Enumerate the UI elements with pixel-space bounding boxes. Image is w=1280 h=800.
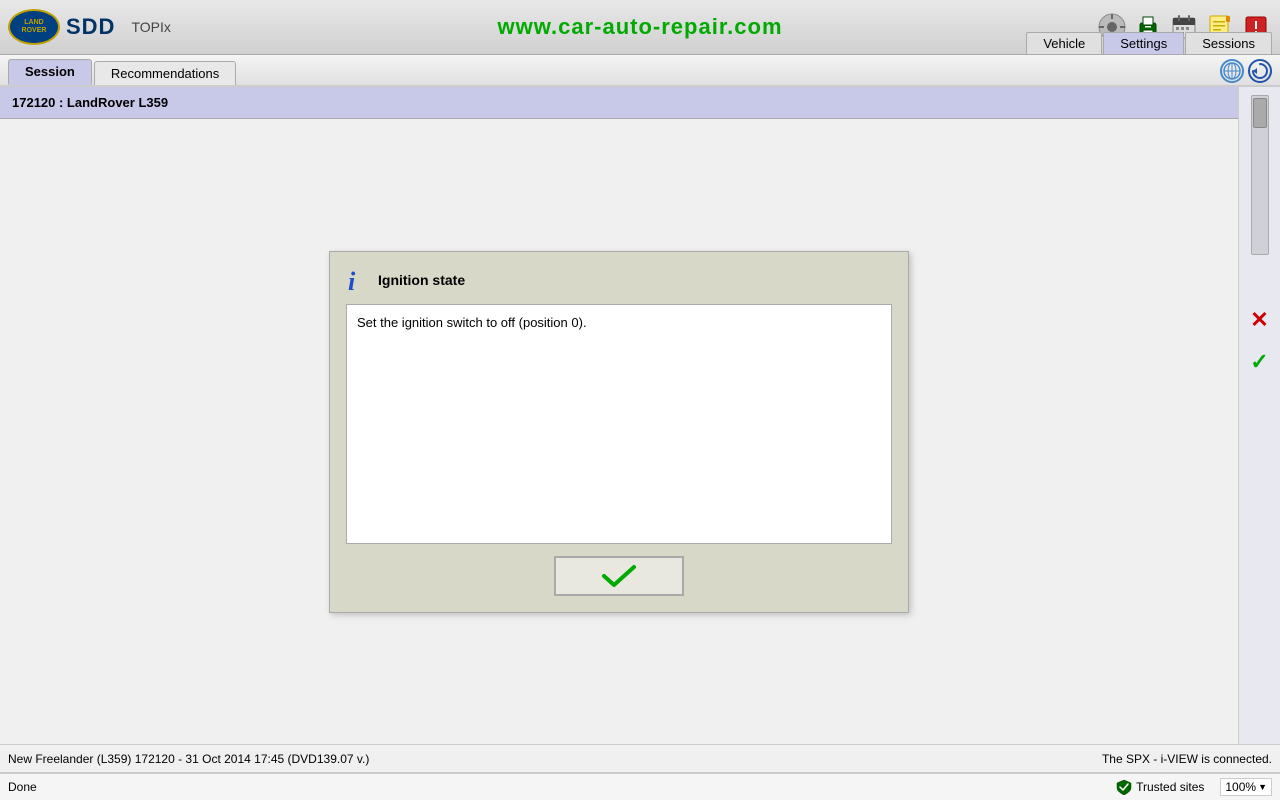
center-url: www.car-auto-repair.com — [497, 14, 782, 40]
nav-right-icons — [1220, 59, 1272, 83]
landrover-logo-text: LAND ROVER — [22, 19, 47, 34]
browser-bar: Done Trusted sites 100% ▼ — [0, 772, 1280, 800]
svg-text:i: i — [348, 267, 356, 294]
logo-area: LAND ROVER SDD TOPIx — [8, 9, 171, 45]
done-text: Done — [8, 780, 37, 794]
status-text: New Freelander (L359) 172120 - 31 Oct 20… — [8, 752, 1102, 766]
dialog-box: i Ignition state Set the ignition switch… — [329, 251, 909, 613]
trusted-sites-section[interactable]: Trusted sites — [1116, 779, 1204, 795]
zoom-arrow-icon: ▼ — [1258, 782, 1267, 792]
zoom-dropdown[interactable]: 100% ▼ — [1220, 778, 1272, 796]
confirm-button[interactable] — [554, 556, 684, 596]
scrollbar[interactable] — [1251, 95, 1269, 255]
left-panel: 172120 : LandRover L359 i Ignition state… — [0, 87, 1238, 744]
tab-session[interactable]: Session — [8, 59, 92, 85]
side-confirm-button[interactable]: ✓ — [1246, 345, 1272, 379]
menu-settings[interactable]: Settings — [1103, 32, 1184, 54]
globe-icon[interactable] — [1220, 59, 1244, 83]
dialog-title: Ignition state — [378, 272, 465, 288]
refresh-icon[interactable] — [1248, 59, 1272, 83]
shield-check-icon — [1116, 779, 1132, 795]
menu-sessions[interactable]: Sessions — [1185, 32, 1272, 54]
toolbar: LAND ROVER SDD TOPIx www.car-auto-repair… — [0, 0, 1280, 55]
dialog-area: i Ignition state Set the ignition switch… — [0, 119, 1238, 744]
status-bar: New Freelander (L359) 172120 - 31 Oct 20… — [0, 744, 1280, 772]
sdd-label: SDD — [66, 14, 115, 40]
dialog-header: i Ignition state — [346, 268, 892, 292]
top-menu: Vehicle Settings Sessions — [1025, 32, 1272, 54]
side-cancel-button[interactable]: ✕ — [1246, 303, 1272, 337]
zoom-value: 100% — [1225, 780, 1256, 794]
landrover-logo: LAND ROVER — [8, 9, 60, 45]
topix-label: TOPIx — [131, 19, 170, 35]
info-icon: i — [346, 268, 370, 292]
breadcrumb: 172120 : LandRover L359 — [0, 87, 1238, 119]
status-right: The SPX - i-VIEW is connected. — [1102, 752, 1272, 766]
navbar: Session Recommendations — [0, 55, 1280, 87]
menu-vehicle[interactable]: Vehicle — [1026, 32, 1102, 54]
dialog-footer — [346, 556, 892, 596]
dialog-content: Set the ignition switch to off (position… — [346, 304, 892, 544]
right-panel: ✕ ✓ — [1238, 87, 1280, 744]
tab-recommendations[interactable]: Recommendations — [94, 61, 236, 85]
trusted-sites-label: Trusted sites — [1136, 780, 1204, 794]
zoom-section[interactable]: 100% ▼ — [1220, 778, 1272, 796]
main-area: 172120 : LandRover L359 i Ignition state… — [0, 87, 1280, 744]
dialog-message: Set the ignition switch to off (position… — [357, 315, 587, 330]
